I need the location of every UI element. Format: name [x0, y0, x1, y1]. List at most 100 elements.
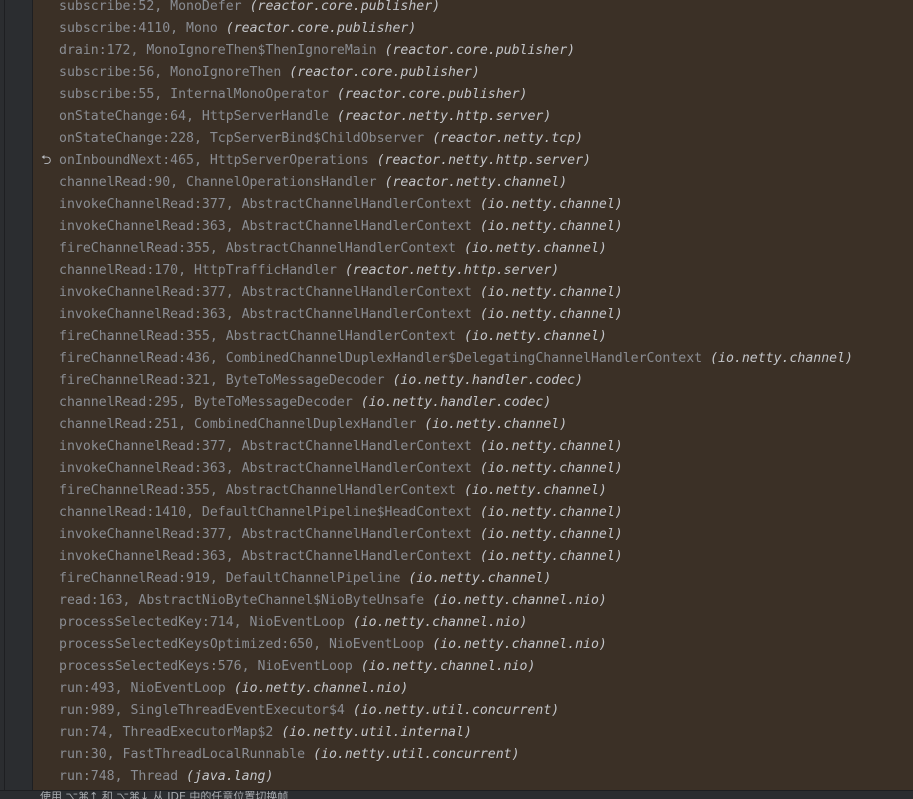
stack-frame-row[interactable]: processSelectedKeysOptimized:650, NioEve… — [33, 634, 913, 656]
stack-frame-row[interactable]: channelRead:295, ByteToMessageDecoder (io… — [33, 392, 913, 414]
frame-package: (reactor.core.publisher) — [289, 65, 480, 80]
frame-method: channelRead:251, CombinedChannelDuplexHa… — [59, 417, 417, 432]
frame-method: subscribe:4110, Mono — [59, 21, 218, 36]
stack-frame-row[interactable]: invokeChannelRead:377, AbstractChannelHa… — [33, 282, 913, 304]
stack-frame-row[interactable]: invokeChannelRead:363, AbstractChannelHa… — [33, 216, 913, 238]
stack-frame-row[interactable]: channelRead:251, CombinedChannelDuplexHa… — [33, 414, 913, 436]
frame-method: invokeChannelRead:377, AbstractChannelHa… — [59, 285, 472, 300]
frame-method: run:493, NioEventLoop — [59, 681, 226, 696]
frame-package: (io.netty.channel.nio) — [432, 637, 607, 652]
stack-frame-row[interactable]: invokeChannelRead:363, AbstractChannelHa… — [33, 546, 913, 568]
stack-frame-row[interactable]: drain:172, MonoIgnoreThen$ThenIgnoreMain… — [33, 40, 913, 62]
frame-method: invokeChannelRead:377, AbstractChannelHa… — [59, 197, 472, 212]
frame-method: channelRead:1410, DefaultChannelPipeline… — [59, 505, 472, 520]
frame-method: invokeChannelRead:363, AbstractChannelHa… — [59, 219, 472, 234]
frame-package: (io.netty.util.concurrent) — [352, 703, 560, 718]
stack-frame-row[interactable]: read:163, AbstractNioByteChannel$NioByte… — [33, 590, 913, 612]
stack-frame-row[interactable]: run:30, FastThreadLocalRunnable (io.netty… — [33, 744, 913, 766]
stack-frame-row[interactable]: invokeChannelRead:363, AbstractChannelHa… — [33, 458, 913, 480]
frame-package: (io.netty.channel) — [408, 571, 552, 586]
frame-package: (io.netty.channel) — [710, 351, 853, 366]
stack-frame-row[interactable]: fireChannelRead:355, AbstractChannelHand… — [33, 480, 913, 502]
frame-package: (reactor.core.publisher) — [384, 43, 576, 58]
stack-frame-row[interactable]: onStateChange:64, HttpServerHandle (react… — [33, 106, 913, 128]
frame-method: onStateChange:64, HttpServerHandle — [59, 109, 329, 124]
frame-package: (io.netty.channel) — [463, 483, 607, 498]
stack-frame-row[interactable]: invokeChannelRead:377, AbstractChannelHa… — [33, 194, 913, 216]
stack-frame-row[interactable]: invokeChannelRead:363, AbstractChannelHa… — [33, 304, 913, 326]
frame-package: (io.netty.handler.codec) — [392, 373, 584, 388]
stack-frame-row[interactable]: channelRead:90, ChannelOperationsHandler… — [33, 172, 913, 194]
status-hint: 使用 ⌥⌘↑ 和 ⌥⌘↓ 从 IDE 中的任意位置切换帧 — [40, 790, 289, 799]
stack-frame-row[interactable]: fireChannelRead:355, AbstractChannelHand… — [33, 238, 913, 260]
stack-frame-row[interactable]: processSelectedKey:714, NioEventLoop (io.… — [33, 612, 913, 634]
frame-package: (io.netty.channel) — [479, 461, 623, 476]
undo-arrow-icon: ⮌ — [41, 153, 52, 168]
frame-package: (reactor.netty.http.server) — [336, 109, 552, 124]
frame-method: channelRead:170, HttpTrafficHandler — [59, 263, 337, 278]
stack-frame-row[interactable]: run:748, Thread (java.lang) — [33, 766, 913, 788]
stack-frame-row[interactable]: run:74, ThreadExecutorMap$2 (io.netty.uti… — [33, 722, 913, 744]
frames-gutter — [5, 0, 32, 790]
stack-frame-row[interactable]: run:989, SingleThreadEventExecutor$4 (io.… — [33, 700, 913, 722]
frame-package: (io.netty.channel.nio) — [360, 659, 536, 674]
stack-frames-list[interactable]: subscribe:52, MonoDefer (reactor.core.pub… — [33, 0, 913, 790]
frame-package: (io.netty.channel) — [479, 439, 623, 454]
frame-package: (io.netty.channel) — [479, 527, 623, 542]
stack-frame-row[interactable]: channelRead:1410, DefaultChannelPipeline… — [33, 502, 913, 524]
frame-method: invokeChannelRead:377, AbstractChannelHa… — [59, 439, 472, 454]
frame-method: onStateChange:228, TcpServerBind$ChildOb… — [59, 131, 425, 146]
frame-package: (io.netty.channel) — [479, 285, 623, 300]
frame-method: fireChannelRead:436, CombinedChannelDupl… — [59, 351, 703, 366]
frame-method: processSelectedKeysOptimized:650, NioEve… — [59, 637, 425, 652]
frame-package: (io.netty.channel) — [463, 329, 607, 344]
stack-frame-row[interactable]: subscribe:55, InternalMonoOperator (react… — [33, 84, 913, 106]
frame-method: fireChannelRead:355, AbstractChannelHand… — [59, 329, 456, 344]
frame-package: (java.lang) — [186, 769, 274, 784]
stack-frame-row[interactable]: channelRead:170, HttpTrafficHandler (reac… — [33, 260, 913, 282]
frame-package: (io.netty.channel) — [479, 307, 623, 322]
frame-method: fireChannelRead:321, ByteToMessageDecode… — [59, 373, 385, 388]
frame-method: subscribe:55, InternalMonoOperator — [59, 87, 329, 102]
stack-frame-row[interactable]: fireChannelRead:436, CombinedChannelDupl… — [33, 348, 913, 370]
frame-method: fireChannelRead:355, AbstractChannelHand… — [59, 241, 456, 256]
frame-method: run:30, FastThreadLocalRunnable — [59, 747, 306, 762]
stack-frame-row[interactable]: subscribe:56, MonoIgnoreThen (reactor.cor… — [33, 62, 913, 84]
stack-frame-row[interactable]: subscribe:4110, Mono (reactor.core.publis… — [33, 18, 913, 40]
stack-frame-row[interactable]: fireChannelRead:919, DefaultChannelPipel… — [33, 568, 913, 590]
frame-method: invokeChannelRead:377, AbstractChannelHa… — [59, 527, 472, 542]
frame-method: drain:172, MonoIgnoreThen$ThenIgnoreMain — [59, 43, 377, 58]
frame-package: (reactor.netty.http.server) — [376, 153, 591, 168]
frame-package: (reactor.netty.tcp) — [432, 131, 584, 146]
frame-method: run:748, Thread — [59, 769, 179, 784]
frame-package: (reactor.core.publisher) — [249, 0, 441, 14]
frame-method: subscribe:52, MonoDefer — [59, 0, 242, 14]
frame-package: (reactor.netty.channel) — [384, 175, 568, 190]
stack-frame-row[interactable]: ⮌ onInboundNext:465, HttpServerOperations… — [33, 150, 913, 172]
frame-package: (io.netty.channel) — [463, 241, 607, 256]
frame-method: channelRead:90, ChannelOperationsHandler — [59, 175, 377, 190]
frame-method: processSelectedKey:714, NioEventLoop — [59, 615, 345, 630]
frame-package: (io.netty.channel.nio) — [352, 615, 528, 630]
stack-frame-row[interactable]: subscribe:52, MonoDefer (reactor.core.pub… — [33, 0, 913, 18]
stack-frame-row[interactable]: invokeChannelRead:377, AbstractChannelHa… — [33, 524, 913, 546]
frame-package: (io.netty.util.concurrent) — [313, 747, 520, 762]
frame-package: (io.netty.handler.codec) — [360, 395, 552, 410]
stack-frame-row[interactable]: run:493, NioEventLoop (io.netty.channel.n… — [33, 678, 913, 700]
frame-package: (reactor.core.publisher) — [336, 87, 528, 102]
frame-package: (io.netty.channel) — [424, 417, 568, 432]
frame-package: (io.netty.channel) — [479, 219, 623, 234]
stack-frame-row[interactable]: processSelectedKeys:576, NioEventLoop (io… — [33, 656, 913, 678]
frame-package: (reactor.netty.http.server) — [344, 263, 560, 278]
status-bar: 使用 ⌥⌘↑ 和 ⌥⌘↓ 从 IDE 中的任意位置切换帧 — [0, 790, 913, 799]
stack-frame-row[interactable]: invokeChannelRead:377, AbstractChannelHa… — [33, 436, 913, 458]
frame-method: read:163, AbstractNioByteChannel$NioByte… — [59, 593, 425, 608]
frame-package: (reactor.core.publisher) — [225, 21, 417, 36]
frame-method: fireChannelRead:919, DefaultChannelPipel… — [59, 571, 401, 586]
frame-package: (io.netty.util.internal) — [281, 725, 472, 740]
frame-method: invokeChannelRead:363, AbstractChannelHa… — [59, 549, 472, 564]
stack-frame-row[interactable]: fireChannelRead:321, ByteToMessageDecode… — [33, 370, 913, 392]
stack-frame-row[interactable]: onStateChange:228, TcpServerBind$ChildOb… — [33, 128, 913, 150]
frame-method: invokeChannelRead:363, AbstractChannelHa… — [59, 461, 472, 476]
stack-frame-row[interactable]: fireChannelRead:355, AbstractChannelHand… — [33, 326, 913, 348]
